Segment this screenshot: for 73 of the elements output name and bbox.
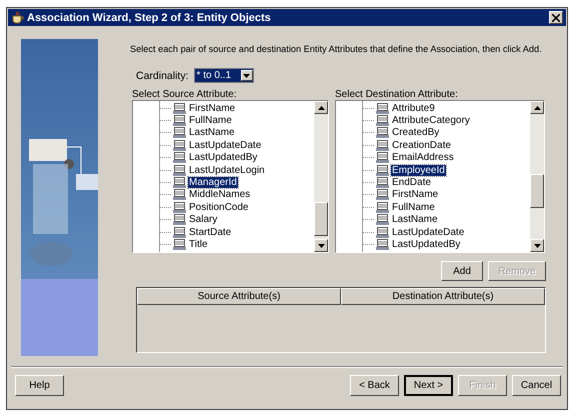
attribute-item[interactable]: Attribute9	[391, 102, 436, 114]
attribute-icon	[376, 127, 389, 138]
attribute-item[interactable]: LastName	[188, 127, 236, 138]
attribute-icon	[173, 140, 186, 151]
scroll-down-icon	[318, 244, 324, 248]
attribute-icon	[173, 152, 186, 164]
attribute-item[interactable]: CreatedBy	[391, 127, 440, 138]
attribute-item[interactable]: FirstName	[391, 189, 440, 200]
attribute-icon	[376, 140, 389, 151]
scrollbar[interactable]	[314, 101, 328, 252]
help-button[interactable]: Help	[15, 375, 64, 396]
attribute-item[interactable]: LastUpdateDate	[391, 226, 466, 238]
attribute-item[interactable]: EmployeeId	[391, 164, 446, 176]
attribute-item[interactable]: MiddleNames	[188, 189, 252, 200]
attribute-item[interactable]: StartDate	[188, 226, 232, 238]
scroll-thumb[interactable]	[530, 174, 544, 208]
scroll-down-icon	[534, 244, 540, 248]
attribute-icon	[173, 115, 186, 126]
wizard-button[interactable]: Cancel	[512, 375, 561, 396]
attribute-item[interactable]: LastUpdatedBy	[188, 152, 258, 164]
cardinality-dropdown[interactable]: * to 0..1	[194, 68, 254, 83]
attribute-item[interactable]: FullName	[188, 115, 233, 126]
cup-icon	[11, 11, 24, 24]
close-button[interactable]	[549, 11, 563, 24]
attribute-item[interactable]: FullName	[391, 202, 436, 213]
attribute-icon	[173, 226, 186, 238]
attribute-item[interactable]: AttributeCategory	[391, 115, 471, 126]
attribute-icon	[173, 189, 186, 200]
attribute-item[interactable]: Salary	[188, 214, 218, 226]
attribute-icon	[376, 177, 389, 188]
attribute-item[interactable]: LastUpdatedBy	[391, 238, 462, 250]
wizard-button[interactable]: < Back	[350, 375, 399, 396]
attribute-item[interactable]: LastUpdateLogin	[188, 164, 266, 176]
attribute-icon	[376, 214, 389, 226]
attribute-icon	[173, 177, 186, 188]
attribute-item[interactable]: CreationDate	[391, 140, 452, 151]
attribute-icon	[173, 202, 186, 213]
attribute-item[interactable]: PositionCode	[188, 202, 250, 213]
wizard-button[interactable]: Next >	[404, 375, 453, 396]
window-title: Association Wizard, Step 2 of 3: Entity Objects	[27, 12, 272, 24]
attribute-item[interactable]: EmailAddress	[391, 152, 455, 164]
column-header[interactable]: Source Attribute(s)	[137, 288, 341, 305]
attribute-icon	[376, 202, 389, 213]
attribute-icon	[173, 214, 186, 226]
close-icon	[552, 14, 560, 22]
list-label: Select Destination Attribute:	[335, 89, 459, 100]
scroll-up-icon	[318, 106, 324, 110]
attribute-icon	[173, 164, 186, 176]
attribute-icon	[376, 226, 389, 238]
attribute-item[interactable]: Title	[188, 238, 209, 250]
column-header[interactable]: Destination Attribute(s)	[341, 288, 545, 305]
scrollbar[interactable]	[530, 101, 544, 252]
attribute-icon	[376, 164, 389, 176]
instruction-text: Select each pair of source and destination Entity Attributes that define the Association, then click Add.	[130, 43, 542, 55]
cardinality-label: Cardinality:	[136, 70, 189, 82]
scroll-thumb[interactable]	[314, 202, 328, 236]
attribute-icon	[376, 102, 389, 114]
scroll-up-icon	[534, 106, 540, 110]
attribute-item[interactable]: LastUpdateDate	[188, 140, 262, 151]
attribute-item[interactable]: EndDate	[391, 177, 432, 188]
attribute-icon	[173, 102, 186, 114]
attribute-icon	[173, 238, 186, 250]
attribute-icon	[173, 127, 186, 138]
attribute-item[interactable]: FirstName	[188, 102, 236, 114]
attribute-icon	[376, 115, 389, 126]
pair-button[interactable]: Add	[441, 261, 483, 281]
attribute-icon	[376, 189, 389, 200]
attribute-item[interactable]: ManagerId	[188, 177, 238, 188]
dropdown-arrow-icon	[243, 74, 250, 78]
attribute-icon	[376, 238, 389, 250]
attribute-item[interactable]: LastName	[391, 214, 439, 226]
list-label: Select Source Attribute:	[132, 89, 238, 100]
attribute-icon	[376, 152, 389, 164]
